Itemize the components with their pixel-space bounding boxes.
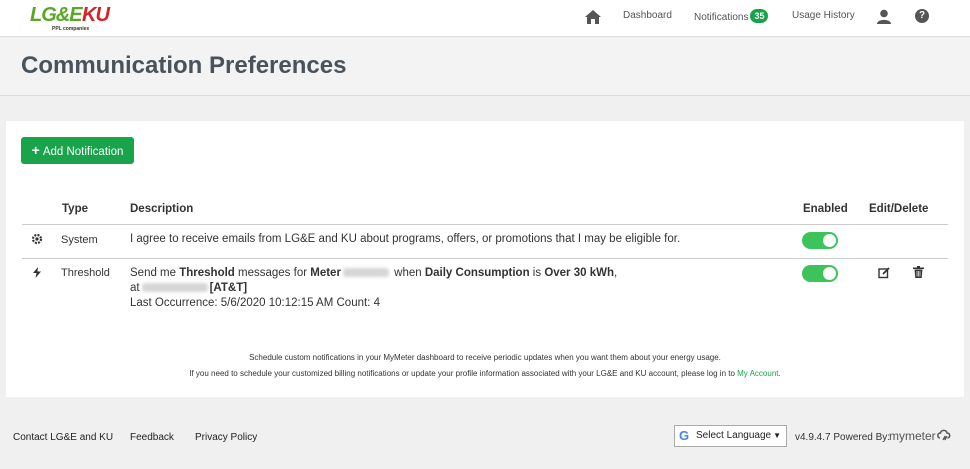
account-note: If you need to schedule your customized … xyxy=(6,369,964,378)
account-note-text: If you need to schedule your customized … xyxy=(189,369,738,378)
row-description-system: I agree to receive emails from LG&E and … xyxy=(130,233,681,245)
footer-contact-link[interactable]: Contact LG&E and KU xyxy=(13,432,113,443)
nav-dashboard[interactable]: Dashboard xyxy=(623,10,672,21)
desc-text: Send me xyxy=(130,267,180,279)
mymeter-logo-icon xyxy=(936,429,951,441)
schedule-note: Schedule custom notifications in your My… xyxy=(249,353,721,362)
desc-bold-meter: Meter xyxy=(310,267,341,279)
column-header-enabled: Enabled xyxy=(803,203,848,215)
threshold-desc-line2: at [AT&T] xyxy=(130,281,650,296)
home-icon[interactable] xyxy=(584,9,602,25)
account-note-end: . xyxy=(778,369,781,378)
bolt-icon xyxy=(33,267,41,278)
edit-icon[interactable] xyxy=(878,267,890,279)
version-text: v4.9.4.7 Powered By: xyxy=(795,432,891,443)
desc-text: is xyxy=(529,267,545,279)
language-select[interactable]: G Select Language ▼ xyxy=(674,425,787,447)
delete-trash-icon[interactable] xyxy=(913,266,924,278)
mymeter-logo: mymeter xyxy=(889,428,951,443)
desc-text: when xyxy=(390,267,425,279)
desc-text: , xyxy=(613,267,618,279)
ppl-companies-text: PPL companies xyxy=(52,26,90,32)
nav-usage-history[interactable]: Usage History xyxy=(792,10,855,21)
footer-privacy-link[interactable]: Privacy Policy xyxy=(195,432,257,443)
toggle-knob xyxy=(823,234,836,247)
last-occurrence-text: Last Occurrence: 5/6/2020 10:12:15 AM Co… xyxy=(130,297,380,309)
ku-logo-text: KU xyxy=(82,4,110,26)
google-icon: G xyxy=(679,428,690,443)
footer-feedback-link[interactable]: Feedback xyxy=(130,432,174,443)
desc-text: messages for xyxy=(234,267,311,279)
nav-notifications-label: Notifications xyxy=(694,12,749,23)
title-band: Communication Preferences xyxy=(0,38,970,96)
my-account-link[interactable]: My Account xyxy=(737,369,778,378)
help-icon[interactable]: ? xyxy=(915,9,929,23)
nav-notifications[interactable]: Notifications 35 xyxy=(694,9,769,24)
top-navigation-bar: LG&E KU PPL companies Dashboard Notifica… xyxy=(0,0,970,37)
chevron-down-icon: ▼ xyxy=(773,431,781,440)
add-notification-button[interactable]: + Add Notification xyxy=(21,137,134,164)
toggle-knob xyxy=(823,267,836,280)
enabled-toggle-threshold[interactable] xyxy=(802,265,838,282)
enabled-toggle-system[interactable] xyxy=(802,232,838,249)
redacted-phone-number xyxy=(141,283,208,293)
language-select-label: Select Language xyxy=(696,430,772,441)
page-title: Communication Preferences xyxy=(21,52,347,79)
desc-bold-carrier: [AT&T] xyxy=(209,282,248,294)
plus-icon: + xyxy=(31,142,40,158)
desc-bold-threshold: Threshold xyxy=(179,267,235,279)
desc-bold-threshold-value: Over 30 kWh xyxy=(544,267,614,279)
notifications-count-badge: 35 xyxy=(750,9,769,23)
threshold-desc-line1: Send me Threshold messages for Meter whe… xyxy=(130,266,650,281)
row-type-system: System xyxy=(61,234,98,246)
column-header-description: Description xyxy=(130,203,194,215)
row-type-threshold: Threshold xyxy=(61,267,110,279)
user-icon[interactable] xyxy=(877,9,891,24)
mymeter-logo-text: mymeter xyxy=(889,429,936,443)
lge-logo-text: LG&E xyxy=(30,4,83,26)
row-divider xyxy=(22,258,948,259)
preferences-card: + Add Notification Type Description Enabl… xyxy=(6,121,964,397)
column-header-edit-delete: Edit/Delete xyxy=(869,203,929,215)
column-header-type: Type xyxy=(62,203,88,215)
add-notification-label: Add Notification xyxy=(42,146,124,158)
desc-text: at xyxy=(130,282,140,294)
gear-icon xyxy=(31,233,43,245)
row-description-threshold: Send me Threshold messages for Meter whe… xyxy=(130,266,650,311)
header-divider xyxy=(22,224,948,225)
redacted-meter-number xyxy=(342,268,389,278)
desc-bold-consumption: Daily Consumption xyxy=(424,267,530,279)
lge-ku-logo[interactable]: LG&E KU PPL companies xyxy=(30,4,120,34)
